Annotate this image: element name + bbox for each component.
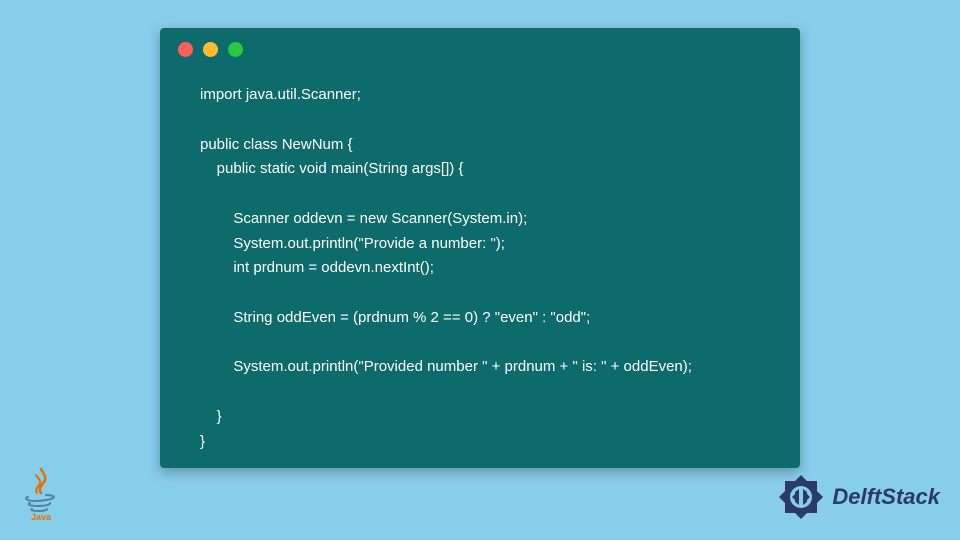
delftstack-text: DelftStack xyxy=(832,484,940,510)
delftstack-icon xyxy=(776,472,826,522)
window-close-dot xyxy=(178,42,193,57)
window-minimize-dot xyxy=(203,42,218,57)
code-window: import java.util.Scanner; public class N… xyxy=(160,28,800,468)
window-controls xyxy=(160,28,800,65)
delftstack-logo: DelftStack xyxy=(776,472,940,522)
window-maximize-dot xyxy=(228,42,243,57)
java-logo: Java xyxy=(20,467,62,522)
java-logo-text: Java xyxy=(31,512,52,522)
code-content: import java.util.Scanner; public class N… xyxy=(160,65,800,474)
java-icon: Java xyxy=(20,467,62,522)
